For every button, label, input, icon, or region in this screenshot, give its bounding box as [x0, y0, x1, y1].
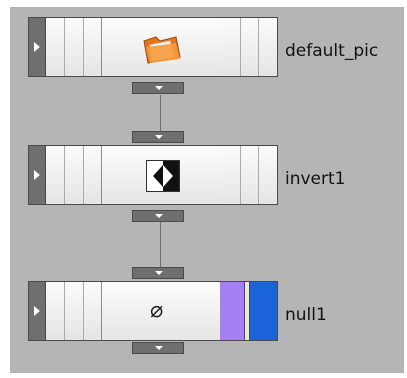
render-flag[interactable]: [250, 282, 277, 340]
node-label[interactable]: default_pic: [285, 41, 378, 61]
network-canvas: default_pic invert1 ⌀ null1: [10, 7, 404, 373]
node-flag-1[interactable]: [46, 18, 65, 76]
node-label[interactable]: invert1: [285, 169, 346, 189]
node-invert1[interactable]: [28, 145, 278, 205]
node-flag-5[interactable]: [241, 146, 259, 204]
node-flag-4[interactable]: [222, 146, 241, 204]
node-body: [28, 17, 278, 77]
node-flag-2[interactable]: [65, 146, 84, 204]
input-connector[interactable]: [132, 131, 184, 143]
node-label[interactable]: null1: [285, 305, 327, 325]
node-body: [28, 145, 278, 205]
wire-default-to-invert: [160, 95, 161, 135]
chevron-down-icon: [155, 86, 163, 90]
chevron-right-icon: [34, 42, 40, 52]
output-connector[interactable]: [132, 342, 184, 354]
node-flag-6[interactable]: [259, 18, 277, 76]
invert-icon: [146, 160, 180, 192]
folder-icon: [143, 36, 181, 64]
node-null1[interactable]: ⌀: [28, 281, 278, 341]
node-flag-3[interactable]: [84, 146, 102, 204]
node-flag-6[interactable]: [259, 146, 277, 204]
node-default-pic[interactable]: [28, 17, 278, 77]
node-flag-1[interactable]: [46, 282, 65, 340]
chevron-right-icon: [34, 170, 40, 180]
output-connector[interactable]: [132, 82, 184, 94]
node-flag-1[interactable]: [46, 146, 65, 204]
chevron-down-icon: [155, 346, 163, 350]
node-icon-panel[interactable]: [101, 146, 223, 204]
output-connector[interactable]: [132, 210, 184, 222]
chevron-right-icon: [34, 306, 40, 316]
null-icon: ⌀: [150, 298, 164, 323]
node-body: ⌀: [28, 281, 278, 341]
node-flag-3[interactable]: [84, 282, 102, 340]
wire-invert-to-null: [160, 217, 161, 269]
node-flag-2[interactable]: [65, 18, 84, 76]
node-flag-2[interactable]: [65, 282, 84, 340]
node-input-tab[interactable]: [29, 18, 46, 76]
input-connector[interactable]: [132, 267, 184, 279]
node-flag-5[interactable]: [241, 18, 259, 76]
chevron-down-icon: [155, 271, 163, 275]
node-input-tab[interactable]: [29, 146, 46, 204]
node-icon-panel[interactable]: [101, 18, 223, 76]
node-icon-panel[interactable]: ⌀: [101, 282, 221, 340]
chevron-down-icon: [155, 135, 163, 139]
node-flag-4[interactable]: [222, 18, 241, 76]
chevron-down-icon: [155, 214, 163, 218]
node-flag-3[interactable]: [84, 18, 102, 76]
node-input-tab[interactable]: [29, 282, 46, 340]
display-flag[interactable]: [220, 282, 245, 340]
